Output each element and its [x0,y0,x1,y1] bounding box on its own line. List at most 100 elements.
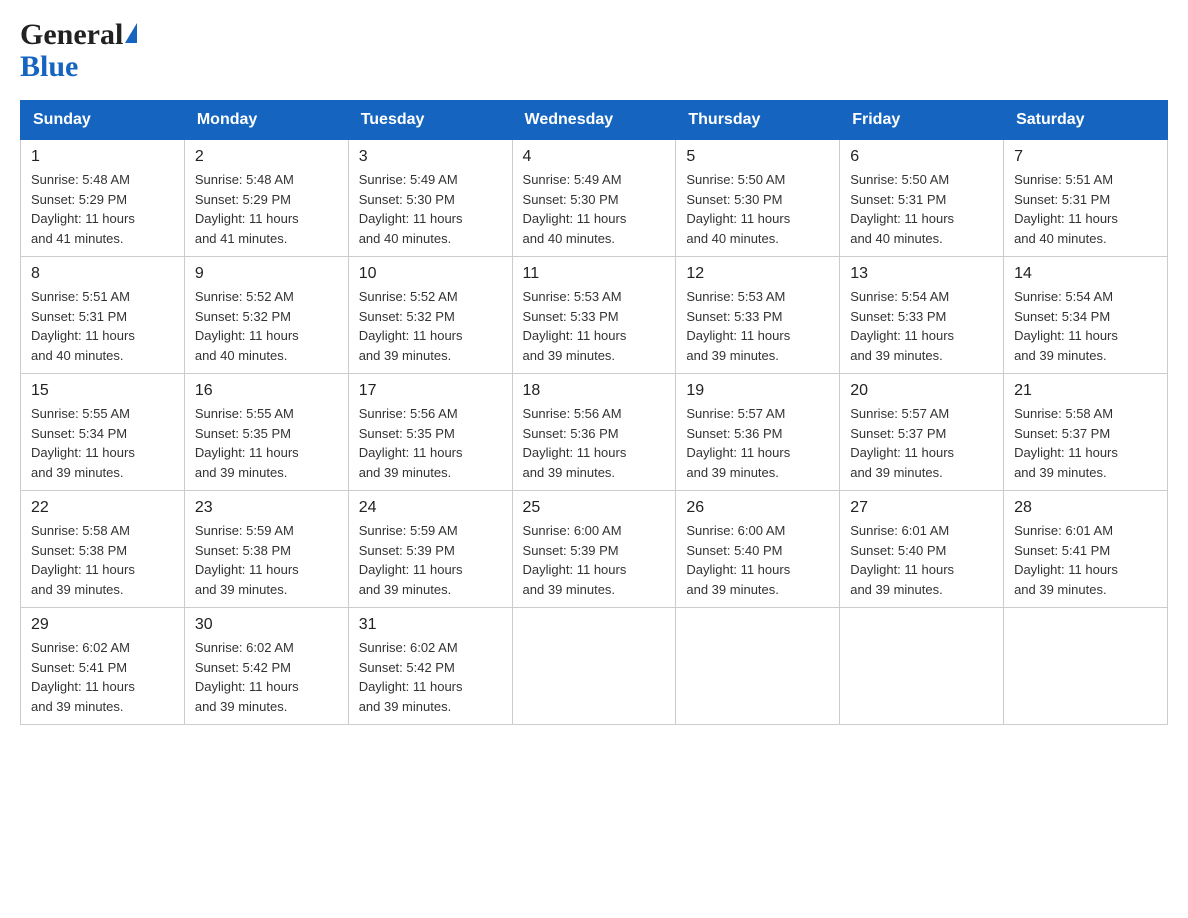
header-saturday: Saturday [1004,101,1168,140]
calendar-cell: 29 Sunrise: 6:02 AMSunset: 5:41 PMDayligh… [21,608,185,725]
day-number: 29 [31,616,174,634]
day-number: 30 [195,616,338,634]
day-number: 14 [1014,265,1157,283]
day-number: 28 [1014,499,1157,517]
header-thursday: Thursday [676,101,840,140]
day-info: Sunrise: 6:00 AMSunset: 5:39 PMDaylight:… [523,521,666,599]
day-number: 5 [686,148,829,166]
day-number: 18 [523,382,666,400]
calendar-cell: 4 Sunrise: 5:49 AMSunset: 5:30 PMDaylight… [512,140,676,257]
calendar-cell: 7 Sunrise: 5:51 AMSunset: 5:31 PMDaylight… [1004,140,1168,257]
day-number: 6 [850,148,993,166]
day-number: 1 [31,148,174,166]
day-info: Sunrise: 6:02 AMSunset: 5:41 PMDaylight:… [31,638,174,716]
day-number: 2 [195,148,338,166]
day-info: Sunrise: 5:54 AMSunset: 5:33 PMDaylight:… [850,287,993,365]
calendar-cell: 10Sunrise: 5:52 AMSunset: 5:32 PMDayligh… [348,257,512,374]
day-number: 19 [686,382,829,400]
calendar-week-row: 8Sunrise: 5:51 AMSunset: 5:31 PMDaylight… [21,257,1168,374]
calendar-cell [1004,608,1168,725]
day-number: 3 [359,148,502,166]
day-info: Sunrise: 6:01 AMSunset: 5:40 PMDaylight:… [850,521,993,599]
day-info: Sunrise: 5:48 AMSunset: 5:29 PMDaylight:… [31,170,174,248]
header-row: Sunday Monday Tuesday Wednesday Thursday… [21,101,1168,140]
calendar-cell: 22 Sunrise: 5:58 AMSunset: 5:38 PMDayligh… [21,491,185,608]
day-number: 12 [686,265,829,283]
day-info: Sunrise: 5:52 AMSunset: 5:32 PMDaylight:… [359,287,502,365]
day-number: 20 [850,382,993,400]
calendar-cell: 13 Sunrise: 5:54 AMSunset: 5:33 PMDayligh… [840,257,1004,374]
day-info: Sunrise: 5:48 AMSunset: 5:29 PMDaylight:… [195,170,338,248]
day-info: Sunrise: 6:00 AMSunset: 5:40 PMDaylight:… [686,521,829,599]
day-number: 26 [686,499,829,517]
day-number: 11 [523,265,666,283]
calendar-cell: 15 Sunrise: 5:55 AMSunset: 5:34 PMDayligh… [21,374,185,491]
calendar-cell: 25 Sunrise: 6:00 AMSunset: 5:39 PMDayligh… [512,491,676,608]
day-number: 13 [850,265,993,283]
calendar-cell: 28 Sunrise: 6:01 AMSunset: 5:41 PMDayligh… [1004,491,1168,608]
calendar-cell [676,608,840,725]
logo: General Blue [20,20,139,84]
calendar-week-row: 15 Sunrise: 5:55 AMSunset: 5:34 PMDayligh… [21,374,1168,491]
calendar-table: Sunday Monday Tuesday Wednesday Thursday… [20,100,1168,725]
day-number: 16 [195,382,338,400]
day-number: 4 [523,148,666,166]
day-info: Sunrise: 5:57 AMSunset: 5:37 PMDaylight:… [850,404,993,482]
day-info: Sunrise: 5:59 AMSunset: 5:39 PMDaylight:… [359,521,502,599]
calendar-cell: 20 Sunrise: 5:57 AMSunset: 5:37 PMDayligh… [840,374,1004,491]
calendar-cell: 8Sunrise: 5:51 AMSunset: 5:31 PMDaylight… [21,257,185,374]
calendar-header: Sunday Monday Tuesday Wednesday Thursday… [21,101,1168,140]
header-monday: Monday [184,101,348,140]
day-number: 8 [31,265,174,283]
calendar-cell: 12 Sunrise: 5:53 AMSunset: 5:33 PMDayligh… [676,257,840,374]
day-number: 7 [1014,148,1157,166]
calendar-cell: 1 Sunrise: 5:48 AMSunset: 5:29 PMDaylight… [21,140,185,257]
header-sunday: Sunday [21,101,185,140]
page-header: General Blue [20,20,1168,84]
calendar-cell [840,608,1004,725]
day-info: Sunrise: 5:50 AMSunset: 5:30 PMDaylight:… [686,170,829,248]
calendar-body: 1 Sunrise: 5:48 AMSunset: 5:29 PMDaylight… [21,140,1168,725]
day-number: 24 [359,499,502,517]
day-number: 9 [195,265,338,283]
logo-triangle-icon [125,23,137,43]
day-info: Sunrise: 5:52 AMSunset: 5:32 PMDaylight:… [195,287,338,365]
calendar-week-row: 1 Sunrise: 5:48 AMSunset: 5:29 PMDaylight… [21,140,1168,257]
day-info: Sunrise: 6:01 AMSunset: 5:41 PMDaylight:… [1014,521,1157,599]
calendar-cell: 24 Sunrise: 5:59 AMSunset: 5:39 PMDayligh… [348,491,512,608]
day-info: Sunrise: 5:51 AMSunset: 5:31 PMDaylight:… [1014,170,1157,248]
day-number: 15 [31,382,174,400]
header-tuesday: Tuesday [348,101,512,140]
day-info: Sunrise: 5:55 AMSunset: 5:34 PMDaylight:… [31,404,174,482]
day-info: Sunrise: 5:53 AMSunset: 5:33 PMDaylight:… [686,287,829,365]
day-info: Sunrise: 6:02 AMSunset: 5:42 PMDaylight:… [359,638,502,716]
header-wednesday: Wednesday [512,101,676,140]
calendar-cell [512,608,676,725]
calendar-cell: 31Sunrise: 6:02 AMSunset: 5:42 PMDayligh… [348,608,512,725]
day-info: Sunrise: 5:56 AMSunset: 5:36 PMDaylight:… [523,404,666,482]
day-number: 27 [850,499,993,517]
calendar-cell: 9 Sunrise: 5:52 AMSunset: 5:32 PMDaylight… [184,257,348,374]
day-info: Sunrise: 5:59 AMSunset: 5:38 PMDaylight:… [195,521,338,599]
calendar-cell: 17Sunrise: 5:56 AMSunset: 5:35 PMDayligh… [348,374,512,491]
calendar-week-row: 29 Sunrise: 6:02 AMSunset: 5:41 PMDayligh… [21,608,1168,725]
day-info: Sunrise: 5:58 AMSunset: 5:38 PMDaylight:… [31,521,174,599]
day-info: Sunrise: 5:55 AMSunset: 5:35 PMDaylight:… [195,404,338,482]
calendar-cell: 3Sunrise: 5:49 AMSunset: 5:30 PMDaylight… [348,140,512,257]
calendar-cell: 27 Sunrise: 6:01 AMSunset: 5:40 PMDayligh… [840,491,1004,608]
calendar-cell: 16 Sunrise: 5:55 AMSunset: 5:35 PMDayligh… [184,374,348,491]
day-info: Sunrise: 5:50 AMSunset: 5:31 PMDaylight:… [850,170,993,248]
header-friday: Friday [840,101,1004,140]
day-number: 21 [1014,382,1157,400]
calendar-week-row: 22 Sunrise: 5:58 AMSunset: 5:38 PMDayligh… [21,491,1168,608]
calendar-cell: 30Sunrise: 6:02 AMSunset: 5:42 PMDayligh… [184,608,348,725]
day-info: Sunrise: 5:57 AMSunset: 5:36 PMDaylight:… [686,404,829,482]
calendar-cell: 19 Sunrise: 5:57 AMSunset: 5:36 PMDayligh… [676,374,840,491]
day-info: Sunrise: 5:49 AMSunset: 5:30 PMDaylight:… [523,170,666,248]
day-info: Sunrise: 5:53 AMSunset: 5:33 PMDaylight:… [523,287,666,365]
day-number: 25 [523,499,666,517]
calendar-cell: 5 Sunrise: 5:50 AMSunset: 5:30 PMDaylight… [676,140,840,257]
day-number: 22 [31,499,174,517]
day-info: Sunrise: 5:54 AMSunset: 5:34 PMDaylight:… [1014,287,1157,365]
calendar-cell: 18 Sunrise: 5:56 AMSunset: 5:36 PMDayligh… [512,374,676,491]
